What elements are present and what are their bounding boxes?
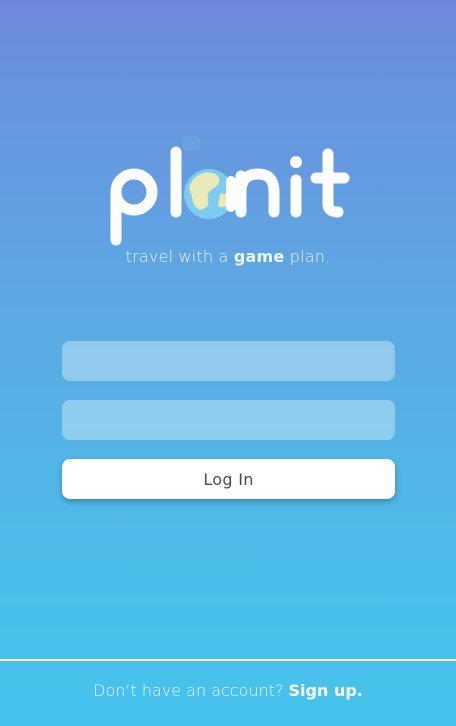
- tagline-emphasis: game: [233, 247, 285, 266]
- tagline: travel with a game plan.: [0, 247, 456, 266]
- signup-prompt: Don’t have an account? Sign up.: [0, 681, 456, 700]
- planit-logo: [110, 136, 350, 246]
- login-button[interactable]: Log In: [62, 459, 395, 499]
- username-input[interactable]: [62, 341, 395, 381]
- signup-prompt-text: Don’t have an account?: [93, 681, 284, 700]
- footer-divider: [0, 659, 456, 661]
- tagline-prefix: travel with a: [125, 247, 229, 266]
- password-input[interactable]: [62, 400, 395, 440]
- globe-icon: [182, 136, 236, 219]
- tagline-suffix: plan.: [289, 247, 331, 266]
- signup-link[interactable]: Sign up.: [289, 681, 363, 700]
